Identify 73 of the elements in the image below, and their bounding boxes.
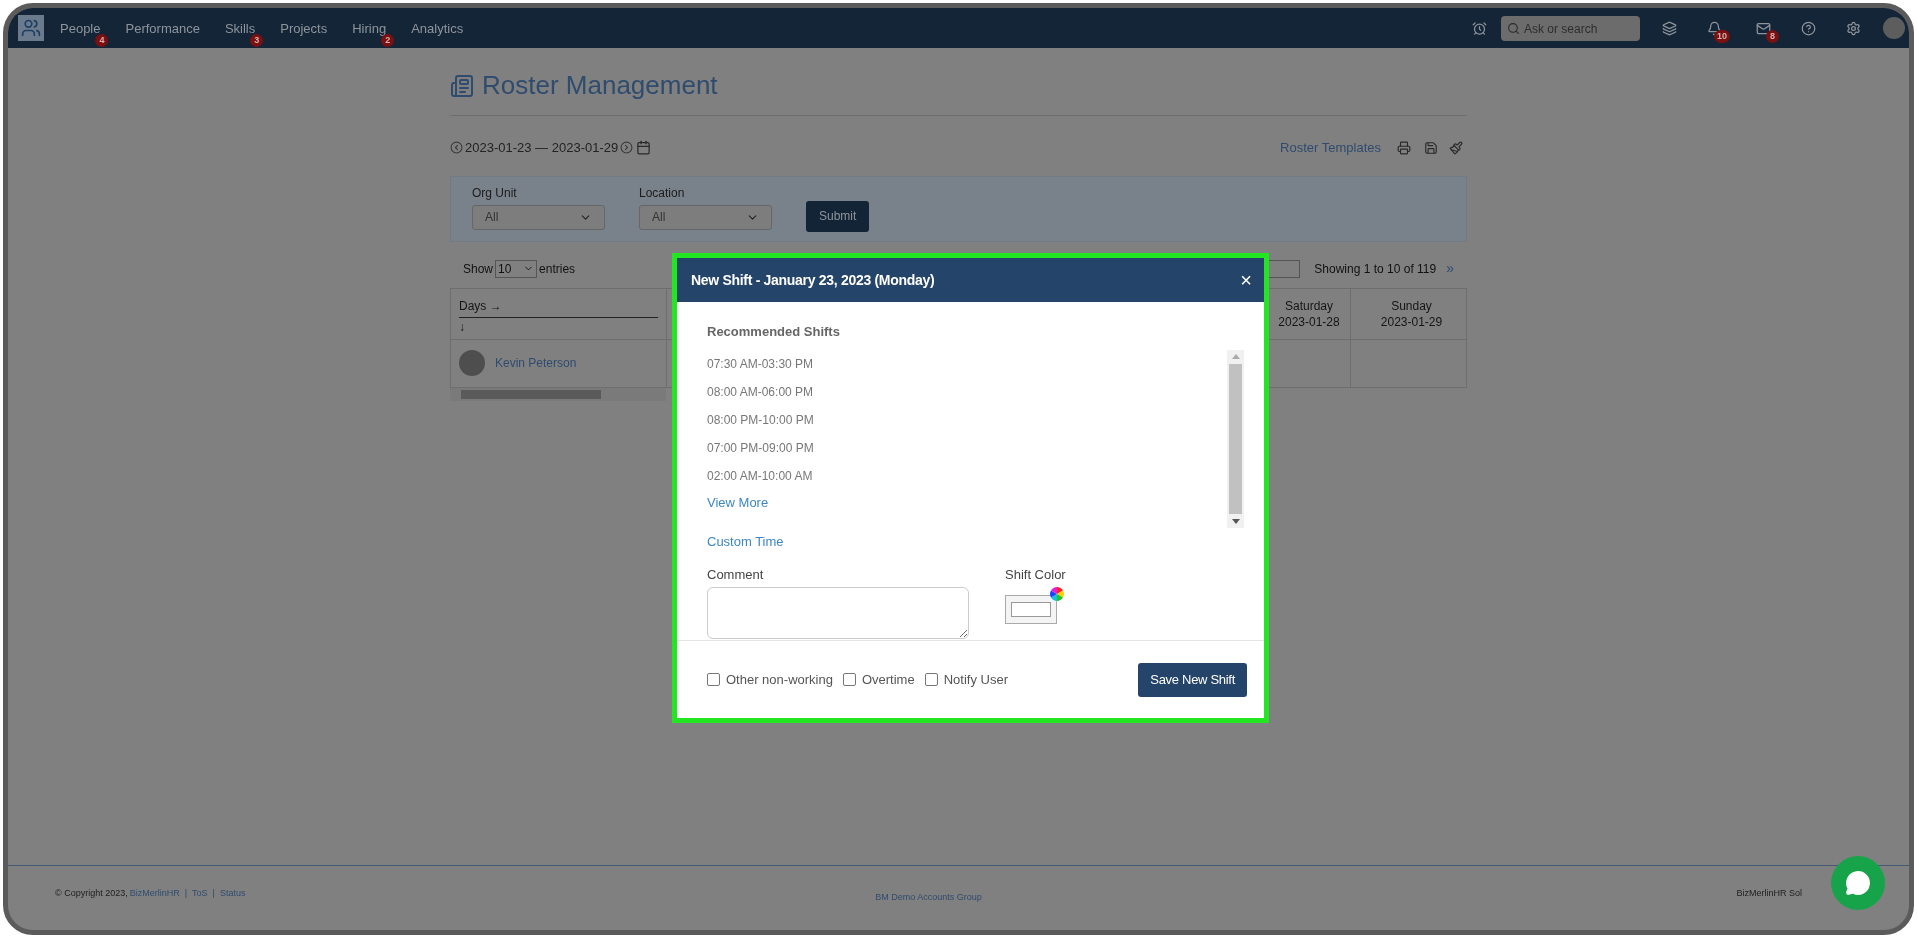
- previous-week-icon[interactable]: [450, 141, 463, 155]
- shift-color-label: Shift Color: [1005, 566, 1066, 584]
- nav-link[interactable]: People: [60, 21, 101, 36]
- shift-option[interactable]: 02:00 AM-10:00 AM: [707, 461, 1227, 490]
- nav-link[interactable]: Analytics: [411, 21, 464, 36]
- layers-icon[interactable]: [1662, 20, 1677, 36]
- vertical-scrollbar[interactable]: [1227, 349, 1244, 528]
- day-name: Saturday: [1285, 297, 1333, 314]
- filter-label: Org Unit: [472, 184, 518, 202]
- filter-dropdown[interactable]: All: [639, 204, 772, 230]
- color-swatch[interactable]: [1005, 594, 1057, 624]
- next-week-icon[interactable]: [620, 141, 634, 155]
- avatar: [459, 350, 485, 376]
- nav-link[interactable]: Skills: [224, 21, 256, 36]
- alarm-clock-icon[interactable]: [1472, 20, 1487, 36]
- chat-bubble-icon: [1845, 870, 1871, 896]
- count-badge: 8: [1766, 29, 1779, 43]
- company-text: BizMerlinHR Sol: [1736, 886, 1802, 900]
- day-name: Sunday: [1391, 297, 1432, 314]
- view-more-link[interactable]: View More: [707, 489, 769, 518]
- entries-dropdown[interactable]: 10: [495, 259, 538, 278]
- checkbox[interactable]: [924, 673, 938, 686]
- recommended-shifts-label: Recommended Shifts: [707, 323, 841, 341]
- checkbox[interactable]: [842, 673, 856, 686]
- count-badge: 10: [1714, 29, 1730, 43]
- checkbox-label: Overtime: [861, 670, 915, 689]
- help-icon[interactable]: [1801, 20, 1816, 36]
- count-badge: 4: [95, 34, 109, 47]
- calendar-icon[interactable]: [636, 140, 652, 156]
- document-icon: [450, 73, 474, 98]
- save-new-shift-button[interactable]: Save New Shift: [1138, 662, 1247, 697]
- count-badge: 3: [250, 34, 264, 47]
- chat-button[interactable]: [1831, 856, 1885, 910]
- nav-link[interactable]: Projects: [280, 21, 328, 36]
- checkbox[interactable]: [707, 673, 720, 686]
- shift-option[interactable]: 08:00 PM-10:00 PM: [707, 405, 1227, 434]
- separator: |: [212, 886, 215, 900]
- date-range: 2023-01-23 — 2023-01-29: [465, 139, 619, 157]
- logo-icon[interactable]: [18, 15, 44, 41]
- showing-count: Showing 1 to 10 of 119: [1314, 260, 1437, 278]
- copyright-text: © Copyright 2023,: [55, 886, 128, 900]
- avatar[interactable]: [1883, 17, 1905, 39]
- nav-link[interactable]: Performance: [125, 21, 200, 36]
- submit-button[interactable]: Submit: [806, 200, 870, 232]
- entries-label: entries: [539, 260, 576, 278]
- shift-option[interactable]: 07:30 AM-03:30 PM: [707, 349, 1227, 378]
- checkbox-label: Other non-working: [726, 670, 833, 689]
- checkbox-label: Notify User: [943, 670, 1008, 689]
- down-arrow-header: ↓: [459, 318, 466, 336]
- close-button[interactable]: ×: [1240, 270, 1252, 290]
- save-icon[interactable]: [1424, 140, 1438, 155]
- dialog-title: New Shift - January 23, 2023 (Monday): [691, 270, 935, 290]
- separator: |: [184, 886, 188, 900]
- shift-option[interactable]: 07:00 PM-09:00 PM: [707, 433, 1227, 462]
- shift-option[interactable]: 08:00 AM-06:00 PM: [707, 377, 1227, 406]
- show-label: Show: [463, 260, 494, 278]
- day-date: 2023-01-29: [1380, 313, 1443, 330]
- days-header: Days →: [459, 296, 658, 318]
- filter-label: Location: [639, 184, 686, 202]
- search-field[interactable]: Ask or search: [1501, 16, 1640, 41]
- color-wheel-icon[interactable]: [1049, 585, 1065, 602]
- comment-field[interactable]: [707, 586, 969, 639]
- printer-icon[interactable]: [1397, 140, 1411, 155]
- mail-icon[interactable]: [1756, 20, 1771, 36]
- settings-icon[interactable]: [1846, 20, 1861, 36]
- brush-icon[interactable]: [1449, 140, 1463, 155]
- nav-link[interactable]: Hiring: [352, 21, 387, 36]
- filter-dropdown[interactable]: All: [472, 204, 605, 230]
- comment-label: Comment: [707, 566, 765, 584]
- search-icon: [1507, 21, 1520, 35]
- custom-time-link[interactable]: Custom Time: [707, 531, 784, 551]
- page-title: Roster Management: [482, 69, 718, 102]
- day-date: 2023-01-28: [1278, 313, 1340, 330]
